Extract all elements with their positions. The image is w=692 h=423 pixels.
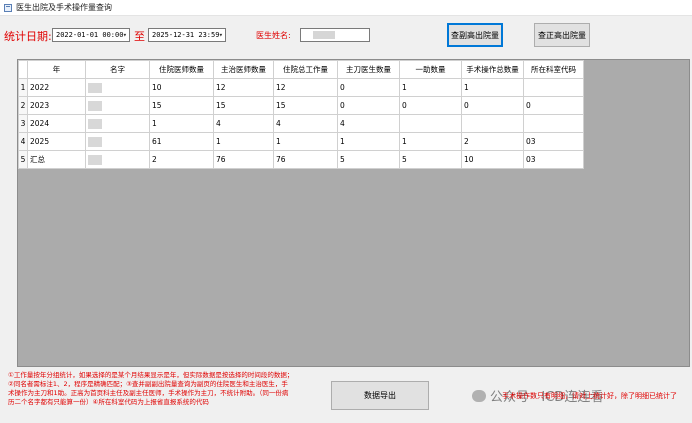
column-header[interactable]: 所在科室代码 <box>523 60 584 79</box>
stat-date-label: 统计日期: <box>4 30 52 43</box>
cell-year: 汇总 <box>27 150 86 169</box>
cell <box>523 114 584 133</box>
start-date-picker[interactable]: 2022-01-01 00:00 ▾ <box>52 28 130 42</box>
cell-name <box>85 150 150 169</box>
cell: 1 <box>213 132 274 151</box>
start-date-value: 2022-01-01 00:00 <box>56 31 124 39</box>
usage-notes: ①工作量按年分组统计，如果选择的是某个月结果显示是年，但实际数据是按选择的时间段… <box>8 371 294 406</box>
cell: 4 <box>213 114 274 133</box>
column-header[interactable]: 一助数量 <box>399 60 462 79</box>
cell: 0 <box>337 96 400 115</box>
cell: 0 <box>337 78 400 97</box>
to-label: 至 <box>134 30 145 43</box>
query-senior-button[interactable]: 查正高出院量 <box>534 23 590 47</box>
cell: 0 <box>461 96 524 115</box>
row-number: 4 <box>18 132 28 151</box>
cell <box>461 114 524 133</box>
cell: 1 <box>399 78 462 97</box>
doctor-name-input[interactable] <box>300 28 370 42</box>
corner-cell <box>18 60 28 79</box>
cell-name <box>85 96 150 115</box>
table-row[interactable]: 5 汇总 2 76 76 5 5 10 03 <box>18 150 584 169</box>
cell: 1 <box>461 78 524 97</box>
data-grid[interactable]: 年 名字 住院医师数量 主治医师数量 住院总工作量 主刀医生数量 一助数量 手术… <box>17 59 690 367</box>
table-row[interactable]: 2 2023 15 15 15 0 0 0 0 <box>18 96 584 115</box>
table-row[interactable]: 4 2025 61 1 1 1 1 2 03 <box>18 132 584 151</box>
redacted-name <box>88 82 102 93</box>
chevron-down-icon[interactable]: ▾ <box>219 29 223 41</box>
redacted-name <box>88 118 102 129</box>
cell-year: 2023 <box>27 96 86 115</box>
cell: 10 <box>461 150 524 169</box>
column-header[interactable]: 住院医师数量 <box>149 60 214 79</box>
column-header[interactable]: 住院总工作量 <box>273 60 338 79</box>
cell: 1 <box>149 114 214 133</box>
cell: 5 <box>337 150 400 169</box>
table-row[interactable]: 3 2024 1 4 4 4 <box>18 114 584 133</box>
cell-name <box>85 132 150 151</box>
cell: 0 <box>399 96 462 115</box>
cell <box>523 78 584 97</box>
table-row[interactable]: 1 2022 10 12 12 0 1 1 <box>18 78 584 97</box>
cell: 76 <box>213 150 274 169</box>
cell: 15 <box>149 96 214 115</box>
column-header[interactable]: 主治医师数量 <box>213 60 274 79</box>
cell: 15 <box>213 96 274 115</box>
results-table: 年 名字 住院医师数量 主治医师数量 住院总工作量 主刀医生数量 一助数量 手术… <box>18 60 584 169</box>
row-number: 5 <box>18 150 28 169</box>
cell: 03 <box>523 150 584 169</box>
cell: 2 <box>149 150 214 169</box>
cell: 12 <box>273 78 338 97</box>
cell: 1 <box>399 132 462 151</box>
row-number: 3 <box>18 114 28 133</box>
cell-name <box>85 114 150 133</box>
cell-year: 2022 <box>27 78 86 97</box>
chevron-down-icon[interactable]: ▾ <box>123 29 127 41</box>
end-date-picker[interactable]: 2025-12-31 23:59 ▾ <box>148 28 226 42</box>
wechat-icon <box>472 389 486 402</box>
cell: 0 <box>523 96 584 115</box>
end-date-value: 2025-12-31 23:59 <box>152 31 220 39</box>
cell: 4 <box>337 114 400 133</box>
cell: 5 <box>399 150 462 169</box>
cell: 12 <box>213 78 274 97</box>
redacted-name <box>88 136 102 147</box>
title-bar: 医生出院及手术操作量查询 <box>0 0 692 16</box>
cell-year: 2025 <box>27 132 86 151</box>
redacted-name <box>313 31 335 39</box>
doctor-name-label: 医生姓名: <box>256 31 291 40</box>
cell: 1 <box>337 132 400 151</box>
export-data-button[interactable]: 数据导出 <box>331 381 429 410</box>
cell: 15 <box>273 96 338 115</box>
cell-year: 2024 <box>27 114 86 133</box>
redacted-name <box>88 100 102 111</box>
column-header[interactable]: 名字 <box>85 60 150 79</box>
window-title: 医生出院及手术操作量查询 <box>16 3 112 12</box>
cell: 61 <box>149 132 214 151</box>
cell: 10 <box>149 78 214 97</box>
app-icon <box>4 3 12 12</box>
cell: 1 <box>273 132 338 151</box>
header-row: 年 名字 住院医师数量 主治医师数量 住院总工作量 主刀医生数量 一助数量 手术… <box>18 60 584 79</box>
cell <box>399 114 462 133</box>
row-number: 2 <box>18 96 28 115</box>
cell: 4 <box>273 114 338 133</box>
cell-name <box>85 78 150 97</box>
cell: 03 <box>523 132 584 151</box>
column-header[interactable]: 年 <box>27 60 86 79</box>
cell: 76 <box>273 150 338 169</box>
query-deputy-senior-button[interactable]: 查副高出院量 <box>447 23 503 47</box>
column-header[interactable]: 手术操作总数量 <box>461 60 524 79</box>
cell: 2 <box>461 132 524 151</box>
redacted-name <box>88 154 102 165</box>
tip-text: 手术操作数只有明细，请对上统计好，除了明细已统计了 <box>502 392 677 400</box>
row-number: 1 <box>18 78 28 97</box>
column-header[interactable]: 主刀医生数量 <box>337 60 400 79</box>
